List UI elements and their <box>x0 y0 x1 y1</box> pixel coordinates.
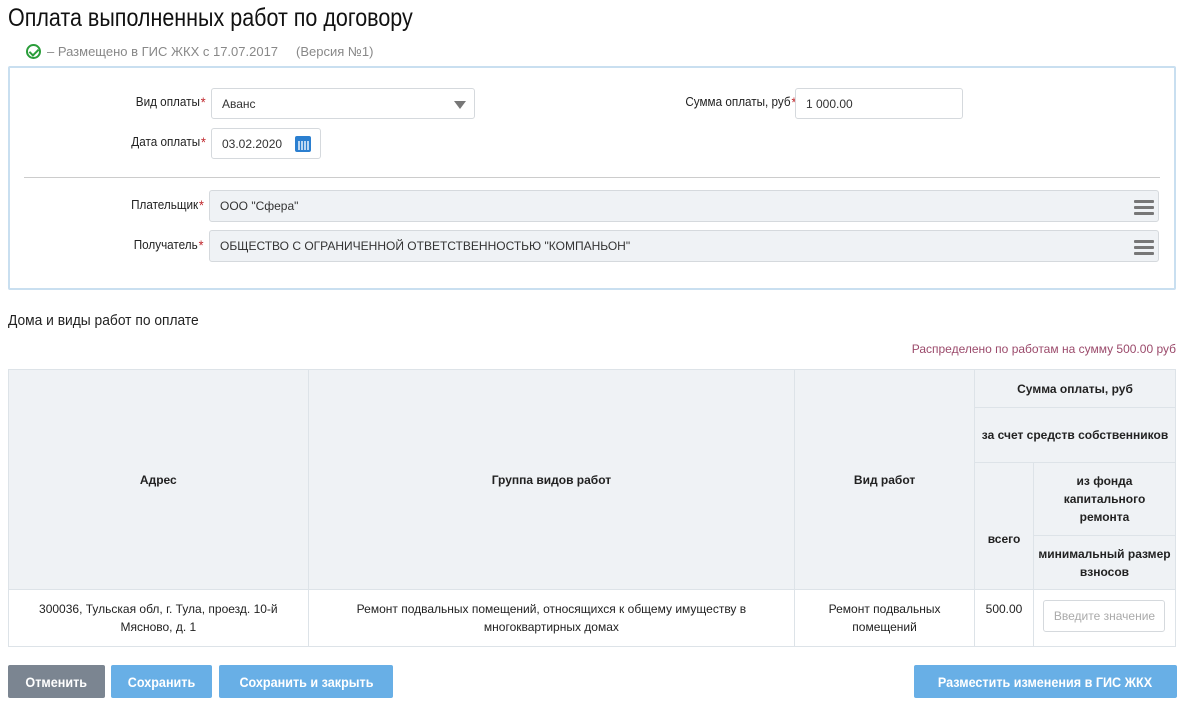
table-row: 300036, Тульская обл, г. Тула, проезд. 1… <box>8 589 1177 647</box>
chevron-down-icon <box>454 101 466 109</box>
header-address: Адрес <box>8 369 309 590</box>
menu-icon[interactable] <box>1134 200 1154 218</box>
check-circle-icon <box>26 44 41 59</box>
payment-type-select[interactable]: Аванс <box>211 88 475 119</box>
header-work-group: Группа видов работ <box>307 369 796 590</box>
header-owners: за счет средств собственников <box>974 407 1176 463</box>
page-title: Оплата выполненных работ по договору <box>8 4 413 32</box>
date-label: Дата оплаты* <box>131 134 206 150</box>
cell-address: 300036, Тульская обл, г. Тула, проезд. 1… <box>8 589 309 647</box>
calendar-icon[interactable] <box>295 136 311 152</box>
divider <box>24 177 1160 178</box>
payment-type-label: Вид оплаты* <box>136 94 206 110</box>
amount-label: Сумма оплаты, руб* <box>684 94 796 110</box>
payer-field[interactable]: ООО "Сфера" <box>209 190 1159 222</box>
recipient-label: Получатель* <box>134 237 204 253</box>
header-min: минимальный размер взносов <box>1032 535 1177 590</box>
payer-label: Плательщик* <box>131 197 204 213</box>
cancel-button[interactable]: Отменить <box>8 665 105 698</box>
publish-button[interactable]: Разместить изменения в ГИС ЖКХ <box>914 665 1177 698</box>
header-fund: из фонда капитального ремонта <box>1032 462 1177 536</box>
header-work-type: Вид работ <box>794 369 975 590</box>
cell-total: 500.00 <box>974 589 1034 647</box>
amount-input[interactable]: 1 000.00 <box>795 88 963 119</box>
cell-work-type: Ремонт подвальных помещений <box>794 589 975 647</box>
save-button[interactable]: Сохранить <box>111 665 212 698</box>
recipient-field[interactable]: ОБЩЕСТВО С ОГРАНИЧЕННОЙ ОТВЕТСТВЕННОСТЬЮ… <box>209 230 1159 262</box>
status-line: – Размещено в ГИС ЖКХ с 17.07.2017 (Верс… <box>26 44 373 59</box>
date-input[interactable]: 03.02.2020 <box>211 128 321 159</box>
save-close-button[interactable]: Сохранить и закрыть <box>219 665 393 698</box>
status-text: – Размещено в ГИС ЖКХ с 17.07.2017 <box>47 44 279 59</box>
section-title: Дома и виды работ по оплате <box>8 312 199 329</box>
header-total: всего <box>974 462 1034 590</box>
distributed-summary: Распределено по работам на сумму 500.00 … <box>911 342 1176 356</box>
header-sum: Сумма оплаты, руб <box>974 369 1176 408</box>
works-table: Адрес Группа видов работ Вид работ Сумма… <box>8 369 1177 647</box>
menu-icon[interactable] <box>1134 240 1154 258</box>
min-contribution-input[interactable]: Введите значение <box>1043 600 1166 632</box>
cell-work-group: Ремонт подвальных помещений, относящихся… <box>307 589 796 647</box>
version-text: (Версия №1) <box>296 44 374 59</box>
